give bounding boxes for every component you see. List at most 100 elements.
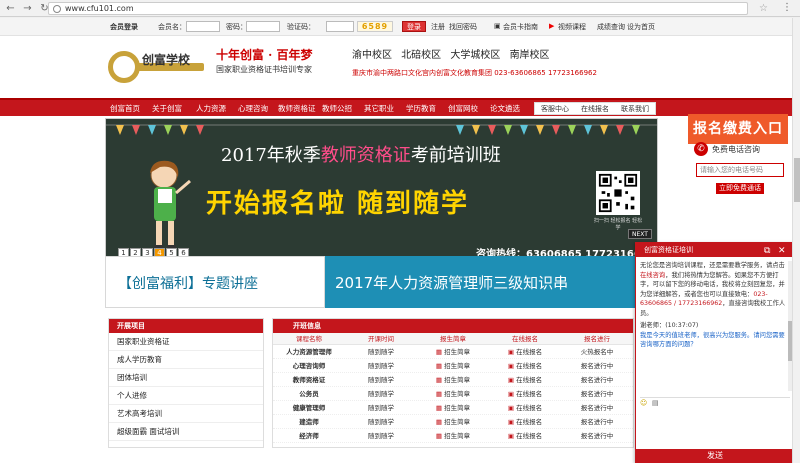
project-item[interactable]: 国家职业资格证	[109, 333, 263, 351]
video-course-link[interactable]: 视频课程	[558, 22, 586, 32]
signup-link[interactable]: ▣ 在线报名	[489, 345, 561, 358]
lecture-banner[interactable]: 【创富福利】专题讲座 2017年人力资源管理师三级知识串	[105, 256, 635, 308]
emoji-icon[interactable]: ☺	[640, 399, 648, 407]
member-card-icon: ▣	[494, 22, 501, 30]
address-bar[interactable]: www.cfu101.com	[48, 2, 748, 15]
signup-status: 报名进行中	[580, 362, 614, 370]
video-icon: ▶	[549, 22, 555, 30]
banner-title: 2017年秋季教师资格证考前培训班	[221, 145, 501, 166]
nav-about[interactable]: 关于创富	[152, 103, 182, 114]
signup-link[interactable]: ▣ 在线报名	[489, 429, 561, 442]
project-item[interactable]: 成人学历教育	[109, 351, 263, 369]
brochure-icon: ▦	[435, 376, 445, 384]
campus-beibei[interactable]: 北碚校区	[401, 50, 441, 61]
forward-icon[interactable]: →	[21, 2, 34, 15]
back-icon[interactable]: ←	[4, 2, 17, 15]
nav-teacher-cert[interactable]: 教师资格证	[278, 103, 316, 114]
nav-home[interactable]: 创富首页	[110, 103, 140, 114]
course-time: 随到随学	[368, 404, 394, 412]
captcha-input[interactable]	[326, 21, 354, 32]
col-brochure: 报生简章	[440, 335, 466, 343]
signup-status: 火热报名中	[580, 348, 614, 356]
url-text: www.cfu101.com	[65, 4, 134, 13]
brochure-link[interactable]: ▦ 招生简章	[417, 429, 489, 442]
online-consult-link[interactable]: 在线咨询	[640, 272, 665, 279]
nav-other-jobs[interactable]: 其它职业	[364, 103, 394, 114]
hero-banner[interactable]: 2017年秋季教师资格证考前培训班 开始报名啦 随到随学 扫一扫 轻松报名 轻松…	[105, 118, 658, 264]
browser-toolbar: ← → ↻ www.cfu101.com ☆ ⋮	[0, 0, 800, 17]
signup-link[interactable]: ▣ 在线报名	[489, 359, 561, 372]
nav-psychology[interactable]: 心理咨询	[238, 103, 268, 114]
browser-menu-icon[interactable]: ⋮	[782, 2, 792, 13]
nav-teacher-recruit[interactable]: 教师公招	[322, 103, 352, 114]
brochure-link[interactable]: ▦ 招生简章	[417, 359, 489, 372]
password-input[interactable]	[246, 21, 280, 32]
agent-message: 我是今天的值班老师，很高兴为您服务。请问您需要咨询哪方面的问题？	[640, 331, 785, 349]
table-row: 心理咨询师 随到随学 ▦ 招生简章 ▣ 在线报名 报名进行中	[273, 359, 633, 373]
project-item[interactable]: 艺术高考培训	[109, 405, 263, 423]
signup-icon: ▣	[507, 404, 517, 412]
table-row: 建造师 随到随学 ▦ 招生简章 ▣ 在线报名 报名进行中	[273, 415, 633, 429]
nav-degree[interactable]: 学历教育	[406, 103, 436, 114]
brochure-link[interactable]: ▦ 招生简章	[417, 401, 489, 414]
member-login-label: 会员登录	[110, 23, 138, 31]
campus-daxuecheng[interactable]: 大学城校区	[450, 50, 500, 61]
signup-icon: ▣	[507, 390, 517, 398]
service-center-link[interactable]: 客服中心	[541, 104, 569, 114]
captcha-image[interactable]: 6589	[357, 21, 393, 32]
class-schedule-table: 开班信息 课程名称 开课时间 报生简章 在线报名 报名进行 人力资源管理师 随到随…	[272, 318, 634, 448]
course-time: 随到随学	[368, 376, 394, 384]
chat-send-button[interactable]: 发送	[636, 449, 794, 462]
chat-close-icon[interactable]: ✕	[778, 244, 786, 258]
project-item[interactable]: 个人进修	[109, 387, 263, 405]
table-row: 健康管理师 随到随学 ▦ 招生简章 ▣ 在线报名 报名进行中	[273, 401, 633, 415]
site-header: 创富学校 十年创富 · 百年梦 国家职业资格证书培训专家 渝中校区 北碚校区 大…	[0, 36, 800, 98]
nav-online-school[interactable]: 创富网校	[448, 103, 478, 114]
signup-link[interactable]: ▣ 在线报名	[489, 373, 561, 386]
course-name: 人力资源管理师	[286, 348, 332, 356]
chat-minimize-icon[interactable]: ⧉	[764, 244, 770, 258]
login-button[interactable]: 登录	[402, 21, 426, 32]
nav-right-box: 客服中心 在线报名 联系我们	[534, 102, 656, 115]
signup-icon: ▣	[507, 362, 517, 370]
member-name-input[interactable]	[186, 21, 220, 32]
bookmark-star-icon[interactable]: ☆	[759, 3, 768, 14]
banner-next-button[interactable]: NEXT	[628, 229, 652, 239]
results-query-link[interactable]: 成绩查询	[597, 22, 625, 32]
contact-link[interactable]: 联系我们	[621, 104, 649, 114]
signup-link[interactable]: ▣ 在线报名	[489, 401, 561, 414]
signup-link[interactable]: ▣ 在线报名	[489, 387, 561, 400]
attach-icon[interactable]: ▤	[652, 399, 660, 407]
brochure-link[interactable]: ▦ 招生简章	[417, 345, 489, 358]
free-call-button[interactable]: 立即免费通话	[716, 183, 764, 194]
slogan-sub: 国家职业资格证书培训专家	[216, 65, 312, 74]
teacher-illustration	[150, 160, 191, 250]
nav-thesis[interactable]: 论文遴选	[490, 103, 520, 114]
set-homepage-link[interactable]: 设为首页	[627, 22, 655, 32]
chat-toolbar: ☺ ▤	[640, 397, 790, 407]
online-signup-link[interactable]: 在线报名	[581, 104, 609, 114]
brochure-icon: ▦	[435, 418, 445, 426]
course-name: 教师资格证	[292, 376, 326, 384]
table-header-row: 课程名称 开课时间 报生简章 在线报名 报名进行	[273, 333, 633, 345]
page-info-icon[interactable]	[53, 4, 61, 13]
brochure-link[interactable]: ▦ 招生简章	[417, 373, 489, 386]
brochure-link[interactable]: ▦ 招生简章	[417, 387, 489, 400]
nav-hr[interactable]: 人力资源	[196, 103, 226, 114]
phone-number-input[interactable]: 请输入您的电话号码	[696, 163, 784, 177]
campus-nanan[interactable]: 南岸校区	[510, 50, 550, 61]
page-scrollbar[interactable]	[792, 18, 800, 463]
member-card-link[interactable]: 会员卡指南	[503, 22, 538, 32]
project-item[interactable]: 超级面霸 面试培训	[109, 423, 263, 441]
chat-widget: 创富资格证培训 ⧉ ✕ 无论您是咨询培训课程，还是需要教学服务，请点击在线咨询，…	[635, 242, 795, 463]
brochure-link[interactable]: ▦ 招生简章	[417, 415, 489, 428]
register-link[interactable]: 注册	[431, 22, 445, 32]
chat-welcome-message: 无论您是咨询培训课程，还是需要教学服务，请点击在线咨询，我们将热情为您解答。如果…	[640, 262, 786, 317]
site-logo[interactable]: 创富学校	[108, 43, 206, 89]
register-payment-button[interactable]: 报名缴费入口	[688, 114, 788, 144]
project-item[interactable]: 团体培训	[109, 369, 263, 387]
signup-link[interactable]: ▣ 在线报名	[489, 415, 561, 428]
find-password-link[interactable]: 找回密码	[449, 22, 477, 32]
campus-yuzhong[interactable]: 渝中校区	[352, 50, 392, 61]
course-time: 随到随学	[368, 348, 394, 356]
